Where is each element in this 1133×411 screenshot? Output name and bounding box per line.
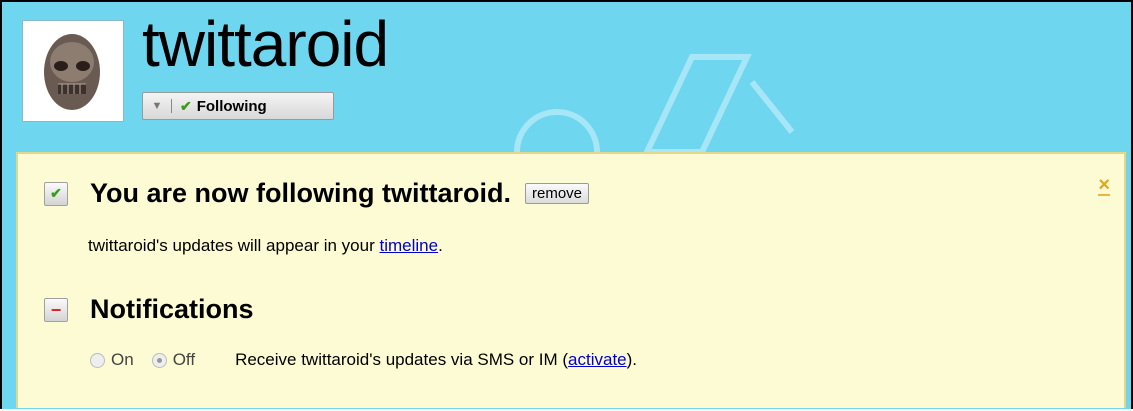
following-label: Following [196, 97, 267, 115]
notifications-row: − Notifications [44, 294, 254, 325]
avatar[interactable] [22, 20, 124, 122]
notice-title: You are now following twittaroid. [90, 178, 511, 208]
check-icon: ✔ [44, 181, 68, 206]
radio-on[interactable] [90, 352, 105, 368]
follow-confirm-row: ✔ You are now following twittaroid. remo… [44, 178, 590, 209]
follow-notice: × ✔ You are now following twittaroid. re… [16, 152, 1126, 408]
timeline-link[interactable]: timeline [379, 236, 438, 255]
updates-text: twittaroid's updates will appear in your… [88, 236, 443, 256]
radio-on-label: On [111, 350, 134, 369]
radio-off[interactable] [151, 352, 167, 368]
activate-link[interactable]: activate [568, 350, 627, 370]
dropdown-caret-icon[interactable]: ▼ [143, 100, 171, 112]
sms-text: Receive twittaroid's updates via SMS or … [235, 350, 569, 369]
following-button[interactable]: ▼ ✔ Following [142, 92, 334, 120]
remove-button[interactable]: remove [524, 183, 590, 204]
profile-header: twittaroid ▼ ✔ Following × ✔ You are now… [0, 0, 1133, 409]
divider [171, 99, 172, 113]
notification-options: On Off Receive twittaroid's updates via … [90, 350, 637, 370]
profile-username: twittaroid [142, 8, 389, 80]
radio-off-label: Off [172, 350, 196, 369]
collapse-icon[interactable]: − [44, 297, 68, 322]
check-icon: ✔ [180, 97, 192, 114]
sms-text-suffix: ). [626, 350, 638, 369]
updates-text-suffix: . [438, 236, 443, 255]
notifications-title: Notifications [90, 294, 254, 324]
updates-text-prefix: twittaroid's updates will appear in your [88, 236, 375, 255]
close-icon[interactable]: × [1098, 175, 1110, 196]
